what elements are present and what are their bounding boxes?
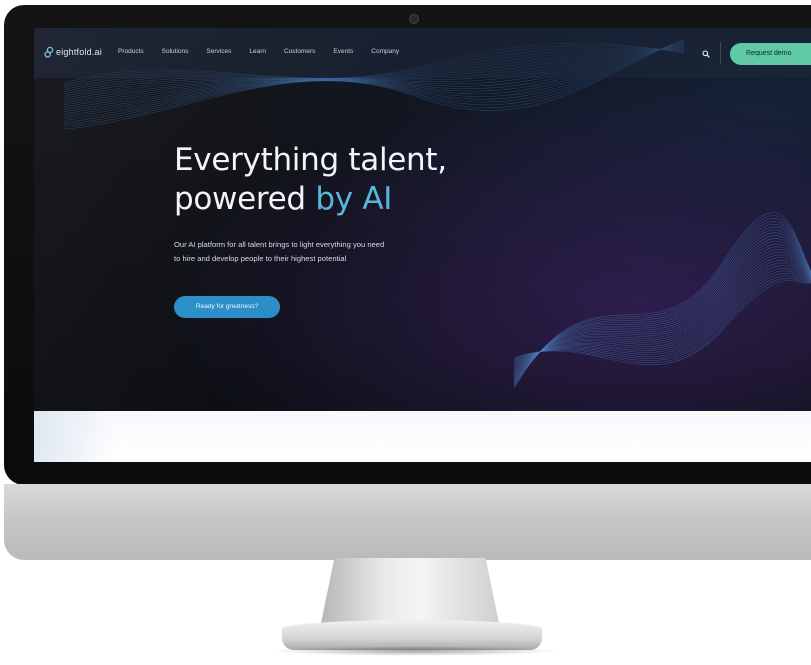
lower-content-section [34, 411, 811, 462]
monitor-chin [4, 484, 811, 560]
webcam [409, 14, 419, 24]
stand-shadow [270, 646, 560, 656]
nav-item-solutions[interactable]: Solutions [162, 48, 189, 55]
monitor-stand-neck [320, 558, 500, 628]
hero-title-accent: by AI [315, 181, 393, 217]
nav-item-customers[interactable]: Customers [284, 48, 315, 55]
nav-item-learn[interactable]: Learn [249, 48, 266, 55]
wave-graphic [63, 38, 811, 389]
top-navbar: eightfold.ai Products Solutions Services… [34, 28, 811, 78]
hero-title: Everything talent, powered by AI [174, 141, 574, 219]
hero-subtitle-line-2: to hire and develop people to their high… [174, 254, 347, 263]
nav-item-company[interactable]: Company [371, 48, 399, 55]
hero-title-plain: powered [174, 181, 316, 217]
brand-name: eightfold.ai [56, 47, 102, 57]
nav-item-events[interactable]: Events [333, 48, 353, 55]
nav-item-products[interactable]: Products [118, 48, 144, 55]
hero-subtitle-line-1: Our AI platform for all talent brings to… [174, 240, 385, 249]
lower-section-shade [34, 411, 114, 462]
hero-title-line-1: Everything talent, [174, 142, 447, 178]
brand-logo[interactable]: eightfold.ai [44, 46, 102, 58]
eightfold-logo-icon [44, 46, 54, 58]
monitor-screen: eightfold.ai Products Solutions Services… [34, 28, 811, 462]
nav-menu: Products Solutions Services Learn Custom… [118, 48, 417, 55]
hero-title-line-2: powered by AI [174, 180, 574, 219]
request-demo-button[interactable]: Request demo [730, 43, 811, 65]
nav-item-services[interactable]: Services [206, 48, 231, 55]
search-icon[interactable] [702, 50, 710, 58]
ready-for-greatness-button[interactable]: Ready for greatness? [174, 296, 280, 318]
nav-divider [720, 42, 721, 64]
hero-subtitle: Our AI platform for all talent brings to… [174, 238, 464, 266]
